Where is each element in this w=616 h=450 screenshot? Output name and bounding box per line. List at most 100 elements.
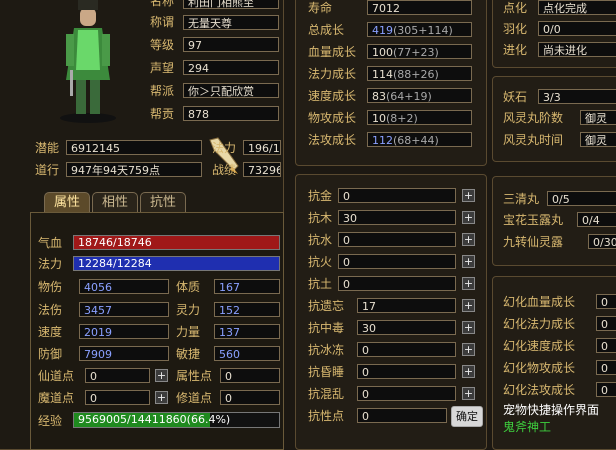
tab-resistance[interactable]: 抗性 <box>140 192 186 213</box>
huanhua-label: 幻化物攻成长 <box>503 361 576 375</box>
resist-label: 抗土 <box>308 277 333 291</box>
shenji-link[interactable]: 鬼斧神工 <box>503 420 551 434</box>
yao-label: 风灵丸阶数 <box>503 111 564 125</box>
xiandao-plus-button[interactable]: + <box>155 369 168 382</box>
resist-label: 抗火 <box>308 255 333 269</box>
stat-label: 速度 <box>38 325 63 339</box>
resist-plus-button[interactable]: + <box>462 343 475 356</box>
stat-value: 2019 <box>79 324 169 339</box>
yao-label: 风灵丸时间 <box>503 133 564 147</box>
hp-bar: 18746/18746 <box>73 235 280 250</box>
char-label-reputation: 声望 <box>150 61 175 75</box>
growth-label: 血量成长 <box>308 45 357 59</box>
huanhua-value: 0 <box>596 338 616 353</box>
modao-value: 0 <box>85 390 150 405</box>
fali-label: 法力 <box>212 141 237 155</box>
resist-plus-button[interactable]: + <box>462 233 475 246</box>
char-label-level: 等级 <box>150 38 175 52</box>
resist-plus-button[interactable]: + <box>462 277 475 290</box>
resist-label: 抗木 <box>308 211 333 225</box>
resist-label: 抗昏睡 <box>308 365 345 379</box>
tab-affinity[interactable]: 相性 <box>92 192 138 213</box>
stat-label: 物伤 <box>38 280 63 294</box>
resist-points-value: 0 <box>357 408 447 423</box>
stat-label: 灵力 <box>176 303 201 317</box>
resist-plus-button[interactable]: + <box>462 211 475 224</box>
resist-value: 0 <box>338 232 456 247</box>
zhanli-value: 73296 <box>243 162 281 177</box>
resist-plus-button[interactable]: + <box>462 365 475 378</box>
shuxing-label: 属性点 <box>176 369 213 383</box>
char-label-contribution: 帮贡 <box>150 107 175 121</box>
hp-label: 气血 <box>38 236 63 250</box>
resist-value: 0 <box>357 364 456 379</box>
character-portrait <box>30 0 140 125</box>
confirm-button[interactable]: 确定 <box>451 406 483 427</box>
yao-value: 御灵 <box>580 110 616 125</box>
exp-value: 9569005/14411860(66.4%) <box>78 413 231 426</box>
exp-label: 经验 <box>38 414 63 428</box>
char-label-name: 名称 <box>150 0 175 8</box>
growth-value: 7012 <box>367 0 472 15</box>
resist-plus-button[interactable]: + <box>462 255 475 268</box>
stat-value: 4056 <box>79 279 169 294</box>
char-contribution: 878 <box>183 106 279 121</box>
resist-label: 抗中毒 <box>308 321 345 335</box>
resist-plus-button[interactable]: + <box>462 387 475 400</box>
daoxing-value: 947年94天759点 <box>66 162 202 177</box>
huanhua-label: 幻化血量成长 <box>503 295 576 309</box>
resist-value: 0 <box>338 188 456 203</box>
char-level: 97 <box>183 37 279 52</box>
huanhua-value: 0 <box>596 316 616 331</box>
stat-value: 3457 <box>79 302 169 317</box>
stat-label: 敏捷 <box>176 347 201 361</box>
stat-label: 法伤 <box>38 303 63 317</box>
right-top-label: 进化 <box>503 43 528 57</box>
modao-plus-button[interactable]: + <box>155 391 168 404</box>
huanhua-value: 0 <box>596 382 616 397</box>
growth-value: 112(68+44) <box>367 132 472 147</box>
fali-value: 196/1 <box>243 140 281 155</box>
resist-value: 0 <box>357 386 456 401</box>
right-top-label: 点化 <box>503 1 528 15</box>
growth-value: 100(77+23) <box>367 44 472 59</box>
exp-bar: 9569005/14411860(66.4%) <box>73 412 280 428</box>
yao-value: 3/3 <box>538 89 616 104</box>
char-name: 利田门相熊至 <box>183 0 279 9</box>
resist-points-label: 抗性点 <box>308 409 345 423</box>
stat-value: 152 <box>214 302 280 317</box>
char-reputation: 294 <box>183 60 279 75</box>
resist-plus-button[interactable]: + <box>462 321 475 334</box>
resist-label: 抗冰冻 <box>308 343 345 357</box>
mp-value: 12284/12284 <box>78 257 152 270</box>
right-top-value: 点化完成 <box>538 0 616 15</box>
zhanli-label: 战绩 <box>212 163 237 177</box>
huanhua-value: 0 <box>596 294 616 309</box>
xiandao-value: 0 <box>85 368 150 383</box>
growth-label: 速度成长 <box>308 89 357 103</box>
resist-value: 17 <box>357 298 456 313</box>
pet-quick-ops-link[interactable]: 宠物快捷操作界面 <box>503 403 599 417</box>
growth-label: 寿命 <box>308 1 333 15</box>
huanhua-label: 幻化法攻成长 <box>503 383 576 397</box>
pill-label: 三清丸 <box>503 192 540 206</box>
resist-label: 抗混乱 <box>308 387 345 401</box>
resist-label: 抗遗忘 <box>308 299 345 313</box>
yao-label: 妖石 <box>503 90 528 104</box>
tab-attributes[interactable]: 属性 <box>44 192 90 213</box>
resist-plus-button[interactable]: + <box>462 189 475 202</box>
right-top-value: 尚未进化 <box>538 42 616 57</box>
stat-value: 560 <box>214 346 280 361</box>
xiudao-label: 修道点 <box>176 391 213 405</box>
growth-value: 114(88+26) <box>367 66 472 81</box>
potential-value: 6912145 <box>66 140 202 155</box>
mp-label: 法力 <box>38 257 63 271</box>
stat-value: 137 <box>214 324 280 339</box>
potential-label: 潜能 <box>35 141 60 155</box>
char-label-guild: 帮派 <box>150 84 175 98</box>
growth-value: 83(64+19) <box>367 88 472 103</box>
resist-value: 0 <box>338 254 456 269</box>
growth-label: 物攻成长 <box>308 111 357 125</box>
resist-plus-button[interactable]: + <box>462 299 475 312</box>
stat-value: 7909 <box>79 346 169 361</box>
